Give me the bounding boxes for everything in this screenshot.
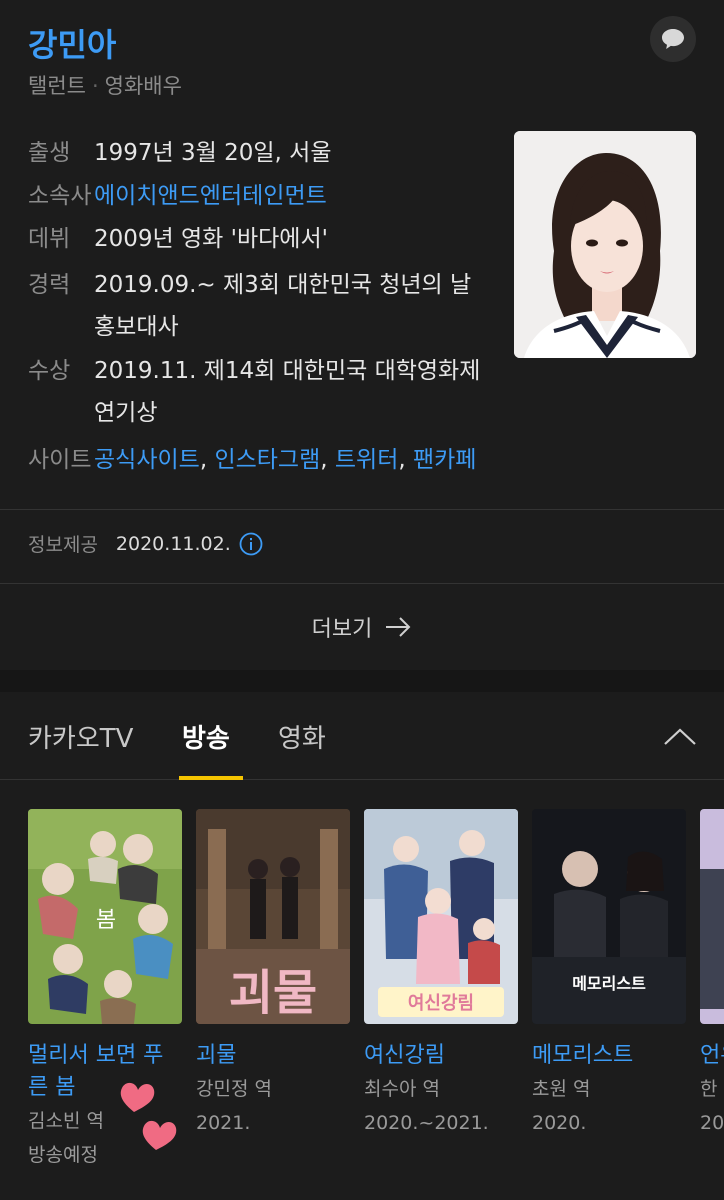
work-title[interactable]: 메모리스트 bbox=[532, 1040, 686, 1072]
work-year: 2020. bbox=[532, 1112, 587, 1134]
occupation-1: 탤런트 bbox=[28, 74, 86, 98]
talk-button[interactable] bbox=[650, 16, 696, 62]
official-site-link[interactable]: 공식사이트 bbox=[94, 447, 200, 473]
poster-title-text: 봄 bbox=[96, 908, 116, 933]
work-role: 최수아 역 bbox=[364, 1078, 440, 1100]
more-button[interactable]: 더보기 bbox=[0, 584, 724, 670]
work-title[interactable]: 언우 bbox=[700, 1040, 724, 1072]
info-row-debut: 데뷔 2009년 영화 '바다에서' bbox=[28, 218, 486, 260]
poster-image[interactable]: 봄 bbox=[28, 809, 182, 1024]
site-separator: , bbox=[199, 447, 215, 473]
work-year: 20 bbox=[700, 1112, 724, 1134]
profile-photo[interactable] bbox=[514, 131, 696, 358]
work-title[interactable]: 괴물 bbox=[196, 1040, 350, 1072]
work-role: 초원 역 bbox=[532, 1078, 591, 1100]
info-row-birth: 출생 1997년 3월 20일, 서울 bbox=[28, 132, 486, 174]
instagram-link[interactable]: 인스타그램 bbox=[214, 447, 320, 473]
poster-image[interactable] bbox=[700, 809, 724, 1024]
more-label: 더보기 bbox=[311, 617, 373, 642]
work-card[interactable]: 괴물 괴물 강민정 역 2021. bbox=[196, 809, 350, 1140]
divider bbox=[0, 509, 724, 510]
filmography-section: 카카오TV 방송 영화 봄 멀리서 보면 푸른 봄 김소빈 역 방송예정 괴물 … bbox=[0, 692, 724, 1200]
work-title[interactable]: 여신강림 bbox=[364, 1040, 518, 1072]
agency-label: 소속사 bbox=[28, 183, 92, 209]
work-card[interactable]: 언우 한 20 bbox=[700, 809, 724, 1140]
birth-label: 출생 bbox=[28, 140, 71, 166]
active-tab-indicator bbox=[179, 776, 243, 780]
work-role: 한 bbox=[700, 1078, 718, 1100]
tab-movie[interactable]: 영화 bbox=[278, 718, 326, 755]
fancafe-link[interactable]: 팬카페 bbox=[413, 447, 476, 473]
occupation-separator: · bbox=[91, 74, 99, 98]
source-date: 2020.11.02. bbox=[115, 532, 231, 555]
chevron-up-icon[interactable] bbox=[660, 722, 700, 752]
twitter-link[interactable]: 트위터 bbox=[335, 447, 398, 473]
source-label: 정보제공 bbox=[28, 534, 98, 556]
info-row-career: 경력 2019.09.~ 제3회 대한민국 청년의 날 홍보대사 bbox=[28, 264, 486, 348]
career-label: 경력 bbox=[28, 272, 71, 298]
agency-link[interactable]: 에이치앤드엔터테인먼트 bbox=[94, 175, 486, 217]
arrow-right-icon bbox=[386, 617, 411, 637]
work-role: 강민정 역 bbox=[196, 1078, 272, 1100]
poster-image[interactable]: 괴물 bbox=[196, 809, 350, 1024]
poster-title-text: 여신강림 bbox=[408, 993, 474, 1014]
info-row-agency: 소속사 에이치앤드엔터테인먼트 bbox=[28, 175, 486, 217]
work-card[interactable]: 여신강림 여신강림 최수아 역 2020.~2021. bbox=[364, 809, 518, 1140]
career-value: 2019.09.~ 제3회 대한민국 청년의 날 홍보대사 bbox=[94, 272, 472, 340]
heart-sticker-icon bbox=[120, 1082, 177, 1150]
person-occupation: 탤런트 · 영화배우 bbox=[28, 70, 182, 100]
award-value: 2019.11. 제14회 대한민국 대학영화제 연기상 bbox=[94, 358, 481, 426]
poster-title-text: 괴물 bbox=[229, 965, 317, 1021]
sites-label: 사이트 bbox=[28, 447, 92, 473]
profile-card: 강민아 탤런트 · 영화배우 출생 1997년 3월 20일, 서울 소속사 에이치… bbox=[0, 0, 724, 670]
filmography-tabs: 카카오TV 방송 영화 bbox=[0, 692, 724, 780]
tab-kakaotv[interactable]: 카카오TV bbox=[28, 718, 133, 755]
work-year: 2020.~2021. bbox=[364, 1112, 489, 1134]
info-row-award: 수상 2019.11. 제14회 대한민국 대학영화제 연기상 bbox=[28, 350, 486, 434]
info-source: 정보제공 2020.11.02. bbox=[28, 530, 263, 557]
info-circle-icon[interactable] bbox=[239, 532, 263, 556]
info-row-sites: 사이트 공식사이트, 인스타그램, 트위터, 팬카페 bbox=[28, 439, 554, 481]
profile-photo-image bbox=[514, 131, 696, 358]
site-separator: , bbox=[398, 447, 413, 473]
occupation-2: 영화배우 bbox=[104, 74, 182, 98]
tab-broadcast[interactable]: 방송 bbox=[182, 718, 230, 755]
person-name[interactable]: 강민아 bbox=[28, 20, 116, 66]
page: 강민아 탤런트 · 영화배우 출생 1997년 3월 20일, 서울 소속사 에이치… bbox=[0, 0, 724, 1200]
award-label: 수상 bbox=[28, 358, 71, 384]
work-year: 2021. bbox=[196, 1112, 251, 1134]
chat-bubble-icon bbox=[662, 29, 684, 49]
work-card[interactable]: 메모리스트 메모리스트 초원 역 2020. bbox=[532, 809, 686, 1140]
birth-value: 1997년 3월 20일, 서울 bbox=[94, 140, 332, 166]
site-separator: , bbox=[320, 447, 335, 473]
poster-title-text: 메모리스트 bbox=[572, 974, 646, 993]
debut-label: 데뷔 bbox=[28, 226, 71, 252]
debut-value: 2009년 영화 '바다에서' bbox=[94, 226, 328, 252]
poster-image[interactable]: 여신강림 bbox=[364, 809, 518, 1024]
poster-image[interactable]: 메모리스트 bbox=[532, 809, 686, 1024]
